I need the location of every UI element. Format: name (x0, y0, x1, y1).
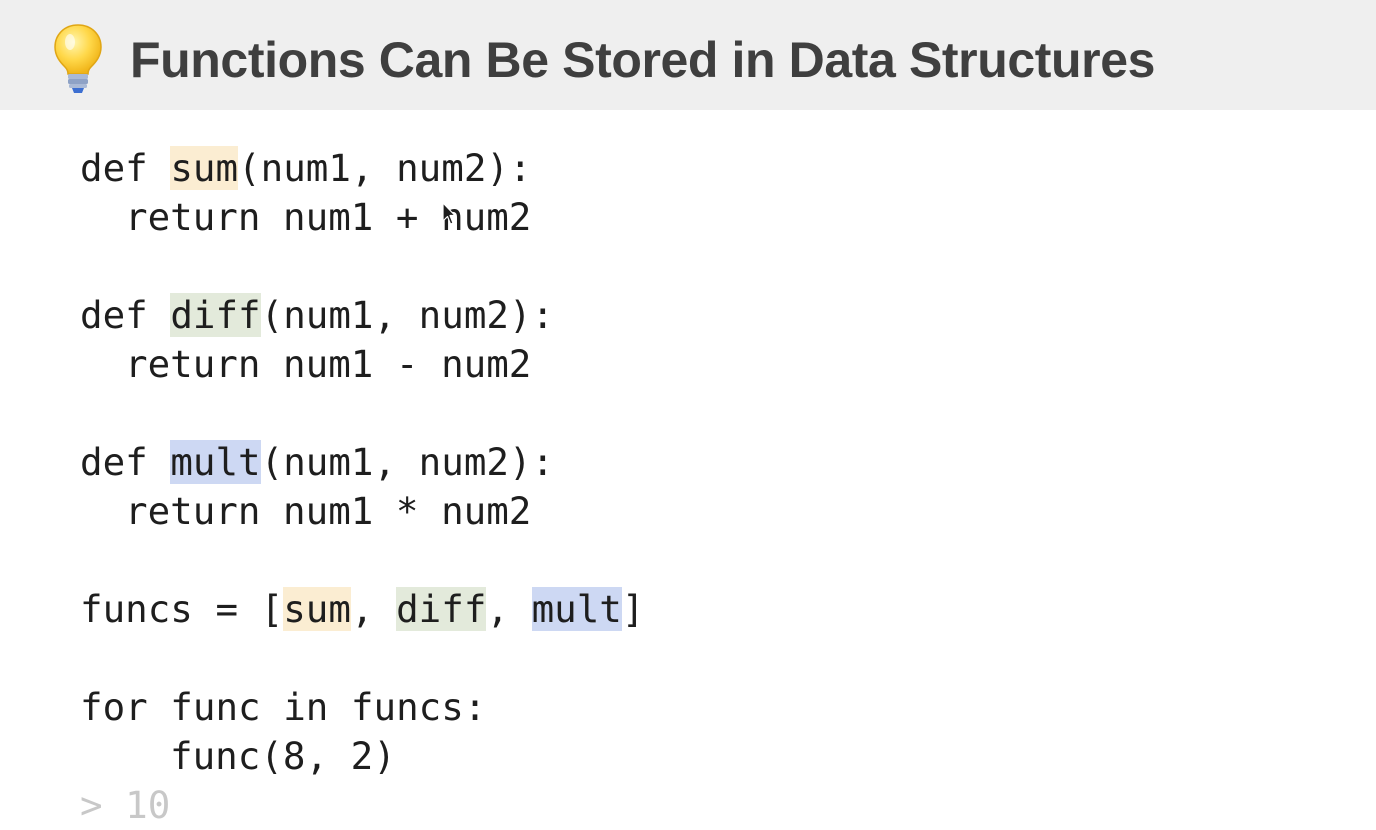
keyword-def: def (80, 293, 171, 337)
funcs-assign: funcs = [ (80, 587, 284, 631)
code-line-for-loop: for func in funcs: (80, 685, 487, 729)
list-separator: , (486, 587, 532, 631)
code-line-return-mult: return num1 * num2 (125, 489, 532, 533)
list-item-mult: mult (531, 587, 622, 631)
slide: Functions Can Be Stored in Data Structur… (0, 0, 1376, 830)
function-params: (num1, num2): (260, 440, 555, 484)
code-line-funcs-list: funcs = [sum, diff, mult] (80, 585, 644, 634)
function-name-sum: sum (170, 146, 239, 190)
function-name-diff: diff (170, 293, 261, 337)
keyword-def: def (80, 440, 171, 484)
function-params: (num1, num2): (260, 293, 555, 337)
mouse-pointer-icon (442, 202, 456, 225)
function-name-mult: mult (170, 440, 261, 484)
code-line-func-call: func(8, 2) (170, 734, 396, 778)
list-close-bracket: ] (621, 587, 645, 631)
code-block: def sum(num1, num2): return num1 + num2 … (80, 144, 644, 830)
list-item-sum: sum (283, 587, 351, 631)
slide-header: Functions Can Be Stored in Data Structur… (0, 0, 1376, 110)
code-line-def-mult: def mult(num1, num2): (80, 438, 644, 487)
list-separator: , (350, 587, 397, 631)
lightbulb-icon (54, 24, 102, 93)
code-output: > 10 (80, 783, 171, 827)
keyword-def: def (80, 146, 171, 190)
slide-title: Functions Can Be Stored in Data Structur… (130, 32, 1156, 88)
code-line-def-diff: def diff(num1, num2): (80, 291, 644, 340)
code-line-def-sum: def sum(num1, num2): (80, 144, 644, 193)
list-item-diff: diff (396, 587, 487, 631)
code-line-return-diff: return num1 - num2 (125, 342, 532, 386)
code-line-return-sum: return num1 + num2 (125, 195, 532, 239)
function-params: (num1, num2): (238, 146, 532, 190)
